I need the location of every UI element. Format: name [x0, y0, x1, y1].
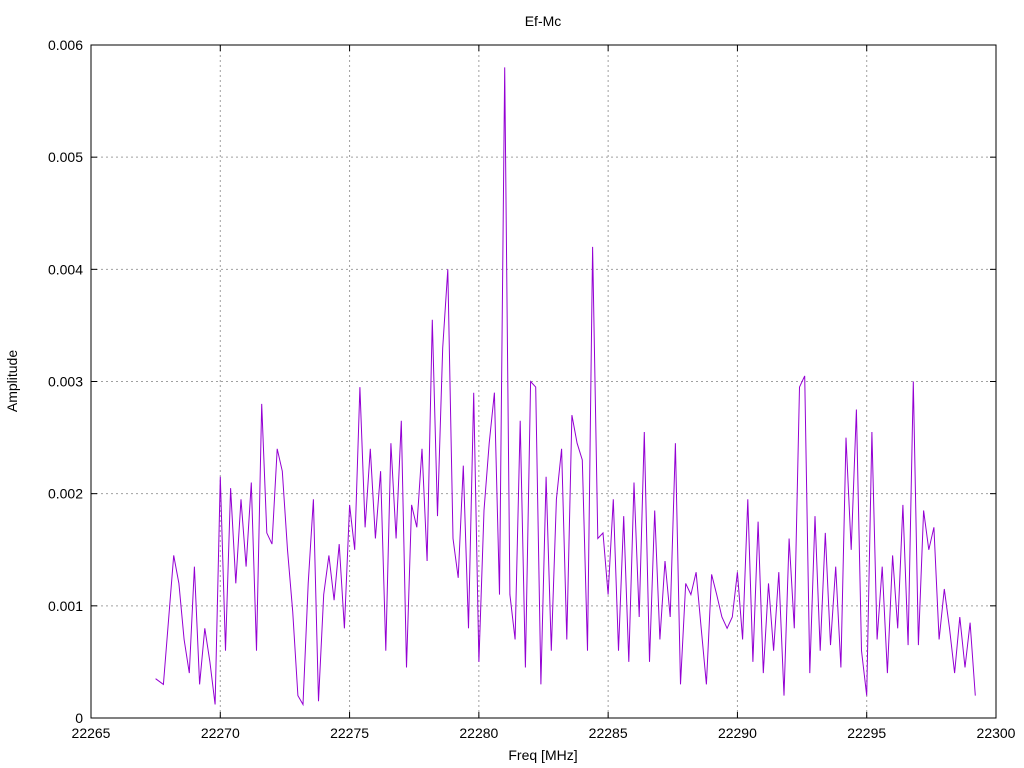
x-tick-label: 22270	[201, 725, 240, 741]
y-tick-label: 0.001	[48, 598, 83, 614]
x-tick-label: 22280	[459, 725, 498, 741]
y-tick-label: 0.005	[48, 149, 83, 165]
x-tick-label: 22275	[330, 725, 369, 741]
chart-title: Ef-Mc	[525, 13, 562, 29]
y-tick-label: 0.006	[48, 37, 83, 53]
y-axis-label: Amplitude	[4, 350, 20, 412]
x-tick-label: 22285	[589, 725, 628, 741]
x-tick-label: 22290	[718, 725, 757, 741]
x-axis-label: Freq [MHz]	[508, 747, 577, 763]
chart-background	[0, 0, 1024, 768]
y-tick-label: 0.004	[48, 261, 83, 277]
y-tick-label: 0.002	[48, 486, 83, 502]
x-tick-label: 22265	[72, 725, 111, 741]
x-tick-label: 22295	[847, 725, 886, 741]
line-chart: 22265 22270 22275 22280 22285 22290 22295 22300…	[0, 0, 1024, 768]
y-tick-label: 0	[75, 710, 83, 726]
x-tick-label: 22300	[977, 725, 1016, 741]
y-tick-label: 0.003	[48, 374, 83, 390]
